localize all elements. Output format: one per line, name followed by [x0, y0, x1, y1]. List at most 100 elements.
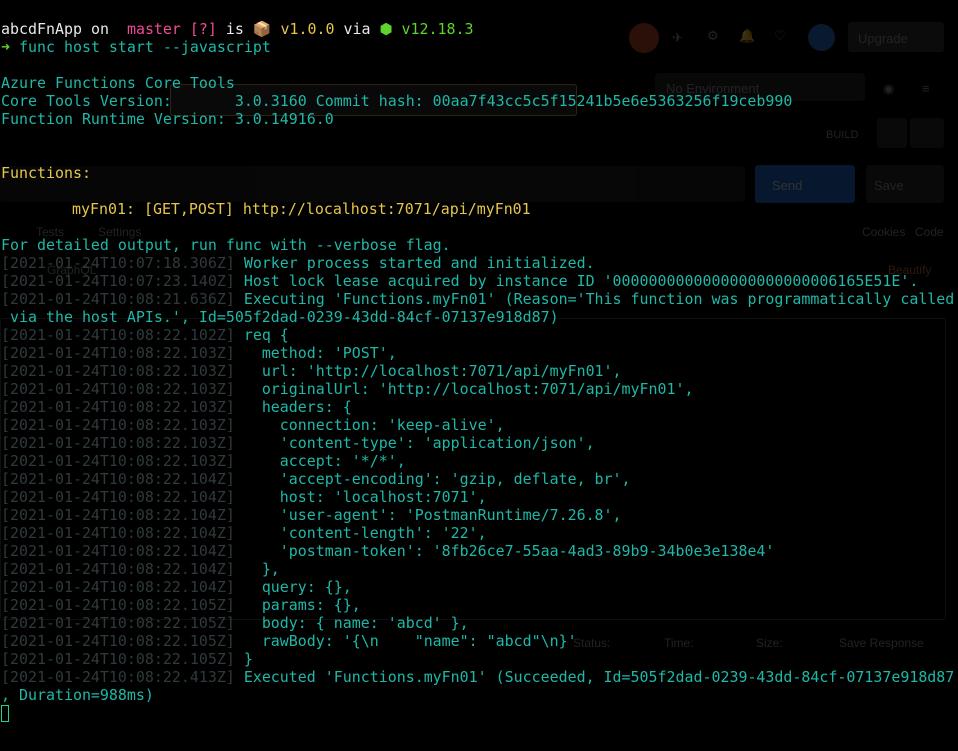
log-line: [2021-01-24T10:08:22.103Z] accept: '*/*'…: [1, 452, 406, 470]
log-line: [2021-01-24T10:07:18.306Z] Worker proces…: [1, 254, 595, 272]
log-message: Worker process started and initialized.: [243, 254, 595, 272]
git-branch-icon: [118, 20, 127, 38]
log-timestamp: [2021-01-24T10:08:22.104Z]: [1, 524, 235, 542]
shell-prompt: abcdFnApp on master [?] is 📦 v1.0.0 via …: [1, 20, 473, 38]
log-message: url: 'http://localhost:7071/api/myFn01',: [243, 362, 622, 380]
log-timestamp: [2021-01-24T10:08:22.105Z]: [1, 596, 235, 614]
log-line: [2021-01-24T10:08:22.102Z] req {: [1, 326, 289, 344]
log-message: headers: {: [243, 398, 352, 416]
command-line: ➜ func host start --javascript: [1, 38, 271, 56]
command-text: func host start --javascript: [19, 38, 271, 56]
log-message: 'content-type': 'application/json',: [243, 434, 595, 452]
terminal-window: ✈ ⚙ 🔔 ♡ Upgrade No Environment ◉ ≡ BUILD…: [0, 0, 958, 751]
prompt-version: v1.0.0: [280, 20, 335, 38]
log-line: [2021-01-24T10:08:22.104Z] host: 'localh…: [1, 488, 487, 506]
core-tools-version: Core Tools Version: 3.0.3160 Commit hash…: [1, 92, 793, 110]
prompt-is: is: [225, 20, 244, 38]
log-message: }: [243, 650, 253, 668]
log-timestamp: [2021-01-24T10:08:22.104Z]: [1, 506, 235, 524]
log-message: host: 'localhost:7071',: [243, 488, 487, 506]
log-line: [2021-01-24T10:08:22.104Z] query: {},: [1, 578, 352, 596]
function-methods: [GET,POST]: [143, 200, 234, 218]
log-line: [2021-01-24T10:08:21.636Z] Executing 'Fu…: [1, 290, 954, 308]
terminal-output[interactable]: abcdFnApp on master [?] is 📦 v1.0.0 via …: [0, 0, 958, 751]
log-timestamp: [2021-01-24T10:08:22.104Z]: [1, 560, 235, 578]
log-timestamp: [2021-01-24T10:08:22.103Z]: [1, 344, 235, 362]
log-line: [2021-01-24T10:08:22.104Z] 'postman-toke…: [1, 542, 774, 560]
log-message: 'accept-encoding': 'gzip, deflate, br',: [243, 470, 631, 488]
function-url[interactable]: http://localhost:7071/api/myFn01: [243, 200, 531, 218]
log-line: [2021-01-24T10:08:22.103Z] headers: {: [1, 398, 352, 416]
log-timestamp: [2021-01-24T10:08:22.103Z]: [1, 362, 235, 380]
log-timestamp: [2021-01-24T10:08:22.104Z]: [1, 470, 235, 488]
log-message: rawBody: '{\n "name": "abcd"\n}': [243, 632, 577, 650]
log-timestamp: [2021-01-24T10:08:22.104Z]: [1, 488, 235, 506]
log-line: [2021-01-24T10:08:22.105Z] rawBody: '{\n…: [1, 632, 577, 650]
log-line: via the host APIs.', Id=505f2dad-0239-43…: [1, 308, 559, 326]
prompt-app: abcdFnApp: [1, 20, 82, 38]
log-message: originalUrl: 'http://localhost:7071/api/…: [243, 380, 694, 398]
log-line: , Duration=988ms): [1, 686, 154, 704]
log-line: [2021-01-24T10:08:22.105Z] params: {},: [1, 596, 361, 614]
log-message: accept: '*/*',: [243, 452, 406, 470]
log-message: Executed 'Functions.myFn01' (Succeeded, …: [243, 668, 955, 686]
nodejs-icon: ⬢: [379, 20, 393, 38]
log-message: 'content-length': '22',: [243, 524, 487, 542]
log-line: [2021-01-24T10:08:22.103Z] url: 'http://…: [1, 362, 622, 380]
log-line: [2021-01-24T10:08:22.103Z] connection: '…: [1, 416, 505, 434]
log-timestamp: [2021-01-24T10:07:18.306Z]: [1, 254, 235, 272]
log-message: Executing 'Functions.myFn01' (Reason='Th…: [243, 290, 955, 308]
log-line: [2021-01-24T10:08:22.104Z] 'accept-encod…: [1, 470, 631, 488]
runtime-version: Function Runtime Version: 3.0.14916.0: [1, 110, 334, 128]
log-line: [2021-01-24T10:08:22.104Z] },: [1, 560, 280, 578]
prompt-status: [?]: [189, 20, 217, 38]
log-timestamp: [2021-01-24T10:08:22.104Z]: [1, 542, 235, 560]
log-timestamp: [2021-01-24T10:08:22.104Z]: [1, 578, 235, 596]
log-timestamp: [2021-01-24T10:08:22.413Z]: [1, 668, 235, 686]
log-line: [2021-01-24T10:08:22.105Z] }: [1, 650, 253, 668]
log-timestamp: [2021-01-24T10:08:22.102Z]: [1, 326, 235, 344]
tool-name: Azure Functions Core Tools: [1, 74, 235, 92]
log-line: [2021-01-24T10:07:23.140Z] Host lock lea…: [1, 272, 918, 290]
log-message: 'postman-token': '8fb26ce7-55aa-4ad3-89b…: [243, 542, 775, 560]
log-message: , Duration=988ms): [1, 686, 154, 704]
log-message: connection: 'keep-alive',: [243, 416, 505, 434]
log-timestamp: [2021-01-24T10:08:22.105Z]: [1, 614, 235, 632]
prompt-arrow-icon: ➜: [1, 38, 10, 56]
log-timestamp: [2021-01-24T10:08:21.636Z]: [1, 290, 235, 308]
log-message: method: 'POST',: [243, 344, 397, 362]
prompt-on: on: [90, 20, 109, 38]
log-message: body: { name: 'abcd' },: [243, 614, 469, 632]
log-timestamp: [2021-01-24T10:08:22.103Z]: [1, 434, 235, 452]
prompt-node-version: v12.18.3: [401, 20, 474, 38]
log-line: [2021-01-24T10:08:22.103Z] method: 'POST…: [1, 344, 397, 362]
functions-heading: Functions:: [1, 164, 91, 182]
log-timestamp: [2021-01-24T10:08:22.105Z]: [1, 632, 235, 650]
log-timestamp: [2021-01-24T10:08:22.105Z]: [1, 650, 235, 668]
log-line: [2021-01-24T10:08:22.103Z] 'content-type…: [1, 434, 595, 452]
log-line: [2021-01-24T10:08:22.103Z] originalUrl: …: [1, 380, 694, 398]
log-line: [2021-01-24T10:08:22.104Z] 'content-leng…: [1, 524, 487, 542]
log-timestamp: [2021-01-24T10:08:22.103Z]: [1, 398, 235, 416]
verbose-hint: For detailed output, run func with --ver…: [1, 236, 451, 254]
log-message: req {: [243, 326, 289, 344]
log-message: },: [243, 560, 280, 578]
package-icon: 📦: [252, 20, 272, 38]
prompt-branch: master: [126, 20, 181, 38]
log-timestamp: [2021-01-24T10:08:22.103Z]: [1, 452, 235, 470]
log-line: [2021-01-24T10:08:22.105Z] body: { name:…: [1, 614, 469, 632]
log-timestamp: [2021-01-24T10:08:22.103Z]: [1, 416, 235, 434]
log-line: [2021-01-24T10:08:22.104Z] 'user-agent':…: [1, 506, 622, 524]
function-name: myFn01:: [72, 200, 135, 218]
log-timestamp: [2021-01-24T10:08:22.103Z]: [1, 380, 235, 398]
terminal-cursor[interactable]: [1, 705, 9, 722]
log-timestamp: [2021-01-24T10:07:23.140Z]: [1, 272, 235, 290]
log-message: 'user-agent': 'PostmanRuntime/7.26.8',: [243, 506, 622, 524]
log-message: Host lock lease acquired by instance ID …: [243, 272, 919, 290]
log-message: params: {},: [243, 596, 361, 614]
prompt-via: via: [343, 20, 371, 38]
function-entry: myFn01: [GET,POST] http://localhost:7071…: [72, 200, 531, 218]
log-line: [2021-01-24T10:08:22.413Z] Executed 'Fun…: [1, 668, 954, 686]
log-message: via the host APIs.', Id=505f2dad-0239-43…: [1, 308, 559, 326]
log-message: query: {},: [243, 578, 352, 596]
